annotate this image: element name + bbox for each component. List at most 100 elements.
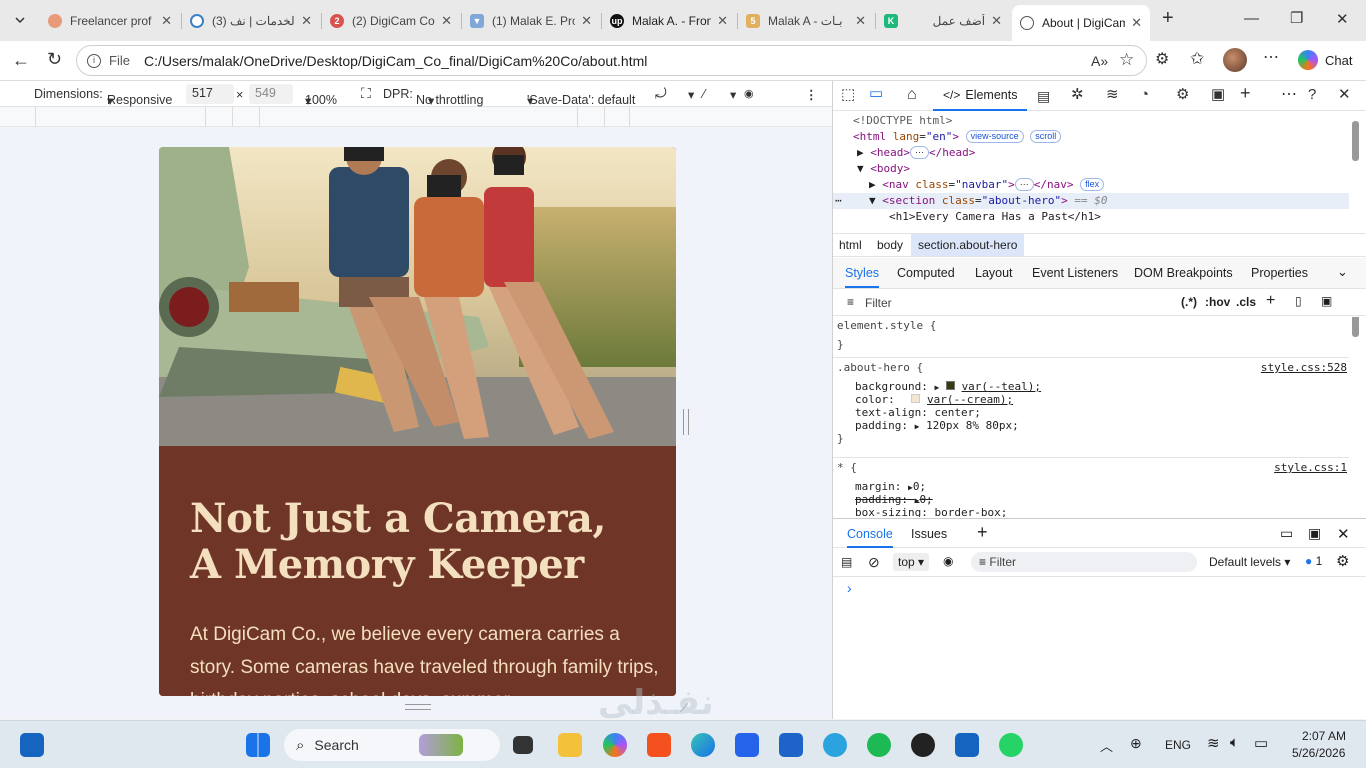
extensions-icon[interactable]: ⚙ (1155, 52, 1169, 68)
rule-source-link[interactable]: style.css:528 (1261, 361, 1347, 374)
outlook-icon[interactable] (779, 733, 803, 757)
performance-icon[interactable]: ◔ (1140, 87, 1149, 103)
close-icon[interactable]: ✕ (717, 13, 728, 29)
sidebar-toggle-icon[interactable]: ▣ (1321, 294, 1332, 308)
flex-badge[interactable]: flex (1080, 178, 1105, 191)
tab-computed[interactable]: Computed (897, 266, 955, 280)
dom-node-head[interactable]: ▶ <head> ⋯ </head> (857, 146, 975, 159)
tab-elements[interactable]: </> Elements (933, 81, 1028, 111)
copilot-app-icon[interactable] (603, 733, 627, 757)
hov-toggle[interactable]: :hov (1205, 295, 1230, 309)
add-drawer-tab-icon[interactable]: + (977, 522, 988, 543)
file-explorer-icon[interactable] (558, 733, 582, 757)
add-tool-icon[interactable]: + (1240, 84, 1251, 102)
browser-tab[interactable]: Freelancer prof ✕ (40, 6, 180, 35)
dom-node-doctype[interactable]: <!DOCTYPE html> (853, 114, 952, 127)
breadcrumb-section[interactable]: section.about-hero (911, 234, 1025, 256)
expand-triangle-icon[interactable]: ▶ (934, 383, 939, 392)
inspect-icon[interactable]: ⬚ (841, 87, 855, 103)
rule-property[interactable]: color: var(--cream); (855, 393, 1347, 406)
browser-tab[interactable]: (3) الخدمات | نف ✕ (182, 6, 320, 35)
show-hidden-icons-chevron-up-icon[interactable]: ︿ (1100, 736, 1113, 755)
issues-badge[interactable]: ● 1 (1305, 554, 1322, 568)
styles-filter-input[interactable]: Filter (865, 296, 892, 310)
tab-styles[interactable]: Styles (845, 266, 880, 288)
dom-node-html[interactable]: <html lang="en"> view-source scroll (853, 130, 1062, 143)
browser-tab[interactable]: 2 (2) DigiCam Co ✕ (322, 6, 460, 35)
breadcrumb-html[interactable]: html (839, 238, 862, 252)
new-rule-icon[interactable]: + (1266, 292, 1275, 310)
close-icon[interactable]: ✕ (1131, 15, 1142, 31)
more-tools-icon[interactable]: ⋯ (1281, 87, 1297, 103)
console-sidebar-icon[interactable]: ▤ (841, 555, 852, 569)
close-drawer-icon[interactable]: ✕ (1337, 525, 1350, 543)
address-input[interactable]: i File C:/Users/malak/OneDrive/Desktop/D… (76, 45, 1147, 76)
context-select[interactable]: top ▾ (893, 553, 930, 571)
info-icon[interactable]: i (87, 53, 101, 68)
caret-down-icon[interactable]: ▾ (688, 87, 694, 102)
console-input-area[interactable]: › (833, 578, 1366, 719)
console-filter-input[interactable]: ≡ Filter (971, 552, 1197, 572)
rule-property[interactable]: text-align: center; (855, 406, 1347, 419)
dom-node-nav[interactable]: ▶ <nav class="navbar"> ⋯ </nav> flex (869, 178, 1105, 191)
store-icon[interactable] (735, 733, 759, 757)
color-swatch[interactable] (911, 394, 921, 403)
restore-icon[interactable]: ❐ (1290, 9, 1303, 27)
close-icon[interactable]: ✕ (301, 13, 312, 29)
regex-icon[interactable]: (.*) (1181, 295, 1197, 309)
rotate-icon[interactable]: ⤾ (655, 85, 667, 102)
browser-tab[interactable]: 5 Malak A - بـات ✕ (738, 6, 874, 35)
tab-properties[interactable]: Properties (1251, 266, 1308, 280)
rule-property[interactable]: margin: ▶0; (855, 480, 1347, 493)
expand-triangle-icon[interactable]: ▶ (857, 146, 864, 159)
styles-scrollbar[interactable] (1352, 317, 1359, 337)
rule-source-link[interactable]: style.css:1 (1274, 461, 1347, 474)
minimize-icon[interactable]: — (1244, 10, 1259, 27)
scroll-badge[interactable]: scroll (1030, 130, 1062, 143)
close-devtools-icon[interactable]: ✕ (1338, 87, 1351, 103)
dom-node-body[interactable]: ▼ <body> (857, 162, 910, 175)
width-input[interactable]: 517 (186, 84, 234, 104)
url-text[interactable]: C:/Users/malak/OneDrive/Desktop/DigiCam_… (144, 53, 647, 69)
color-swatch[interactable] (945, 381, 955, 390)
close-icon[interactable]: ✕ (441, 13, 452, 29)
browser-tab[interactable]: ▼ (1) Malak E. Pro ✕ (462, 6, 600, 35)
outlook-widget-icon[interactable] (20, 733, 44, 757)
help-icon[interactable]: ? (1308, 87, 1316, 103)
rule-selector[interactable]: * { (837, 461, 1347, 474)
close-icon[interactable]: ✕ (581, 13, 592, 29)
cls-toggle[interactable]: .cls (1236, 295, 1256, 309)
more-icon[interactable]: ⋯ (1263, 50, 1279, 66)
height-input[interactable]: 549 (249, 84, 293, 104)
expand-triangle-icon[interactable]: ▶ (869, 178, 876, 191)
rule-selector[interactable]: element.style { (837, 319, 936, 332)
taskbar-search-box[interactable]: ⌕ Search (284, 729, 500, 761)
rule-property[interactable]: background: ▶ var(--teal); (855, 380, 1347, 393)
breadcrumb-body[interactable]: body (877, 238, 903, 252)
live-expression-eye-icon[interactable]: ◉ (943, 554, 953, 568)
edge-browser-icon[interactable] (691, 733, 715, 757)
chevron-down-icon[interactable]: ⌄ (1337, 264, 1348, 280)
view-source-badge[interactable]: view-source (965, 130, 1024, 143)
read-aloud-icon[interactable]: A» (1091, 53, 1108, 69)
clock-time[interactable]: 2:07 AM (1302, 729, 1346, 743)
clear-console-icon[interactable]: ⊘ (868, 554, 880, 571)
task-view-icon[interactable] (513, 736, 533, 754)
close-icon[interactable]: ✕ (855, 13, 866, 29)
media-query-ruler[interactable] (0, 107, 832, 127)
element-state-icon[interactable]: ▯ (1295, 294, 1302, 308)
ellipsis-badge[interactable]: ⋯ (1014, 178, 1034, 191)
collapse-triangle-icon[interactable]: ▼ (869, 194, 876, 207)
copilot-chat-button[interactable]: Chat (1292, 46, 1360, 74)
battery-icon[interactable]: ▭ (1254, 734, 1268, 752)
browser-tab[interactable]: أضف عمل ✕ (914, 6, 1010, 35)
sensors-icon[interactable]: ⁄ (703, 87, 705, 101)
tab-list-button[interactable] (10, 10, 30, 30)
expand-triangle-icon[interactable]: ▶ (915, 422, 920, 431)
telegram-icon[interactable] (823, 733, 847, 757)
browser-tab-active[interactable]: About | DigiCam ✕ (1012, 5, 1150, 41)
browser-tab[interactable]: K (876, 6, 912, 35)
tab-event-listeners[interactable]: Event Listeners (1032, 266, 1118, 280)
tab-dom-breakpoints[interactable]: DOM Breakpoints (1134, 266, 1233, 280)
favorite-star-icon[interactable]: ☆ (1119, 51, 1134, 68)
